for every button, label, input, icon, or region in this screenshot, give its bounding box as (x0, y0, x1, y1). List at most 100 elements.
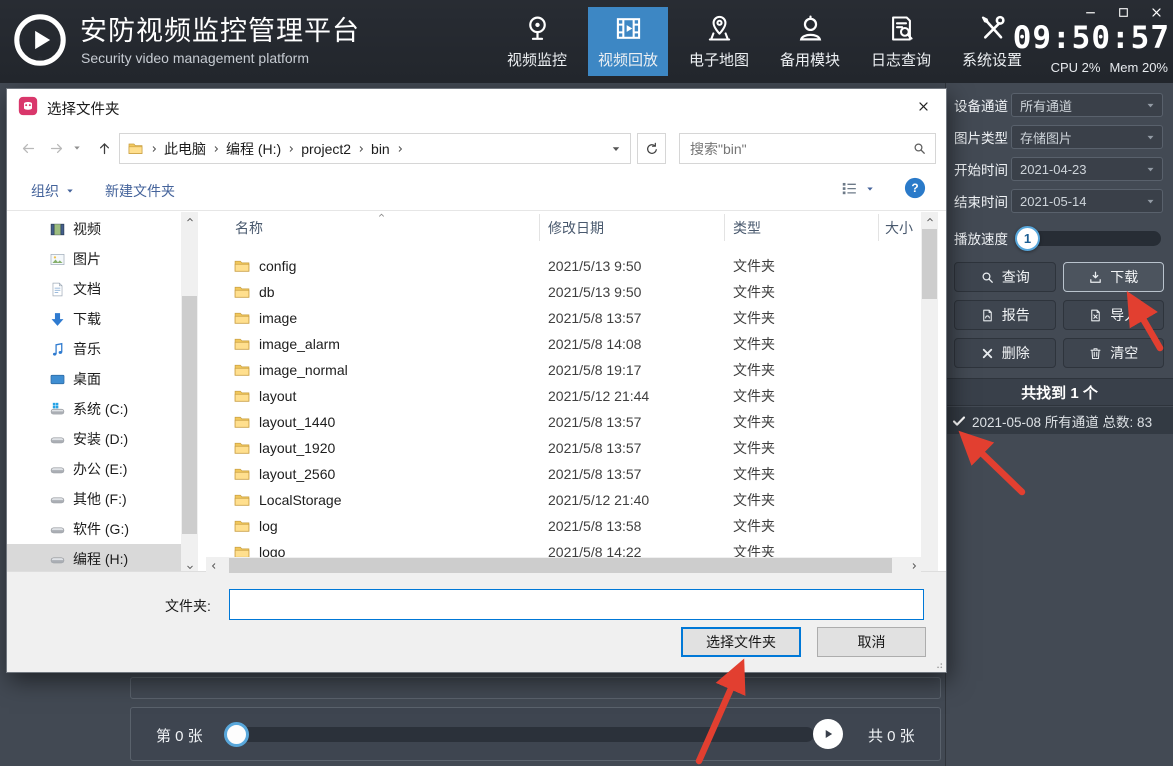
tree-item-desktop[interactable]: 桌面 (7, 364, 181, 394)
tree-item-drive-d[interactable]: 安装 (D:) (7, 424, 181, 454)
frame-slider-handle[interactable] (224, 722, 249, 747)
file-row-image[interactable]: image 2021/5/8 13:57 文件夹 (213, 305, 921, 331)
search-input[interactable] (688, 140, 912, 158)
play-speed-handle[interactable]: 1 (1015, 226, 1040, 251)
tree-item-drive-e[interactable]: 办公 (E:) (7, 454, 181, 484)
column-header-date[interactable]: 修改日期 (540, 214, 725, 241)
forward-button[interactable] (43, 135, 69, 161)
sidebar-button-report[interactable]: 报告 (954, 300, 1056, 330)
tree-item-drive-g[interactable]: 软件 (G:) (7, 514, 181, 544)
frame-slider[interactable] (226, 727, 814, 742)
nav-item-log-query[interactable]: 日志查询 (861, 7, 941, 76)
file-name: layout_2560 (259, 466, 335, 482)
file-type: 文件夹 (725, 516, 879, 536)
file-row-config[interactable]: config 2021/5/13 9:50 文件夹 (213, 253, 921, 279)
column-header-type[interactable]: 类型 (725, 214, 879, 241)
select-folder-button[interactable]: 选择文件夹 (681, 627, 801, 657)
tree-item-label: 安装 (D:) (73, 429, 128, 449)
field-dropdown[interactable]: 存储图片 (1011, 125, 1163, 149)
file-row-db[interactable]: db 2021/5/13 9:50 文件夹 (213, 279, 921, 305)
tree-item-downloads[interactable]: 下载 (7, 304, 181, 334)
sidebar-button-delete[interactable]: 删除 (954, 338, 1056, 368)
play-speed-slider[interactable]: 1 (1017, 231, 1161, 246)
digital-clock: 09:50:57 (1013, 20, 1170, 56)
file-row-layout-1440[interactable]: layout_1440 2021/5/8 13:57 文件夹 (213, 409, 921, 435)
breadcrumb-item-project2[interactable]: project2 (301, 141, 351, 157)
file-row-layout[interactable]: layout 2021/5/12 21:44 文件夹 (213, 383, 921, 409)
chevron-down-icon[interactable] (610, 143, 622, 155)
file-date: 2021/5/8 14:08 (540, 336, 725, 352)
nav-item-video-monitor[interactable]: 视频监控 (497, 7, 577, 76)
result-item[interactable]: 2021-05-08 所有通道 总数: 83 (946, 407, 1173, 434)
breadcrumb-item-此电脑[interactable]: 此电脑 (164, 139, 206, 159)
tree-item-drive-f[interactable]: 其他 (F:) (7, 484, 181, 514)
file-row-image-normal[interactable]: image_normal 2021/5/8 19:17 文件夹 (213, 357, 921, 383)
maximize-button[interactable] (1110, 3, 1136, 21)
file-row-layout-1920[interactable]: layout_1920 2021/5/8 13:57 文件夹 (213, 435, 921, 461)
nav-item-video-playback[interactable]: 视频回放 (588, 7, 668, 76)
scrollbar-thumb[interactable] (229, 558, 892, 573)
folder-name-input[interactable] (229, 589, 924, 620)
column-header-size[interactable]: 大小 (879, 214, 921, 241)
sidebar-button-download[interactable]: 下载 (1063, 262, 1165, 292)
sidebar-button-clear[interactable]: 清空 (1063, 338, 1165, 368)
play-button[interactable] (813, 719, 843, 749)
organize-menu[interactable]: 组织 (31, 181, 75, 201)
hidden-panel-edge (130, 677, 941, 699)
field-dropdown[interactable]: 所有通道 (1011, 93, 1163, 117)
refresh-button[interactable] (637, 133, 666, 164)
tree-scrollbar[interactable] (181, 212, 198, 574)
horizontal-scrollbar[interactable] (206, 557, 921, 574)
search-box (679, 133, 936, 164)
tree-item-video[interactable]: 视频 (7, 214, 181, 244)
new-folder-button[interactable]: 新建文件夹 (105, 181, 175, 201)
file-row-localstorage[interactable]: LocalStorage 2021/5/12 21:40 文件夹 (213, 487, 921, 513)
field-dropdown[interactable]: 2021-05-14 (1011, 189, 1163, 213)
file-row-image-alarm[interactable]: image_alarm 2021/5/8 14:08 文件夹 (213, 331, 921, 357)
tree-item-drive-c[interactable]: 系统 (C:) (7, 394, 181, 424)
file-row-log[interactable]: log 2021/5/8 13:58 文件夹 (213, 513, 921, 539)
file-name: image_normal (259, 362, 348, 378)
field-value: 所有通道 (1020, 96, 1072, 115)
minimize-button[interactable] (1077, 3, 1103, 21)
field-dropdown[interactable]: 2021-04-23 (1011, 157, 1163, 181)
scrollbar-thumb[interactable] (182, 296, 197, 534)
scroll-right-button[interactable] (906, 557, 921, 574)
scroll-up-button[interactable] (181, 212, 198, 227)
resize-grip-icon[interactable] (931, 657, 944, 670)
tree-item-documents[interactable]: 文档 (7, 274, 181, 304)
close-button[interactable] (1143, 3, 1169, 21)
worker-icon (795, 13, 826, 44)
nav-item-backup-module[interactable]: 备用模块 (770, 7, 850, 76)
checked-checkbox-icon[interactable] (951, 413, 967, 429)
document-icon (49, 281, 66, 298)
scroll-left-button[interactable] (206, 557, 221, 574)
breadcrumb-item-编程-h-[interactable]: 编程 (H:) (226, 139, 281, 159)
breadcrumb-separator-icon (356, 144, 366, 154)
nav-item-e-map[interactable]: 电子地图 (679, 7, 759, 76)
view-options-button[interactable] (840, 179, 875, 198)
cancel-button[interactable]: 取消 (817, 627, 926, 657)
file-name: image (259, 310, 297, 326)
column-header-name[interactable]: 名称 (213, 214, 540, 241)
tree-item-drive-h[interactable]: 编程 (H:) (7, 544, 181, 574)
back-button[interactable] (15, 135, 41, 161)
scroll-up-button[interactable] (921, 212, 938, 227)
sidebar-button-query[interactable]: 查询 (954, 262, 1056, 292)
tree-item-pictures[interactable]: 图片 (7, 244, 181, 274)
tree-item-music[interactable]: 音乐 (7, 334, 181, 364)
field-label: 结束时间 (954, 191, 1008, 211)
picture-icon (49, 251, 66, 268)
scrollbar-thumb[interactable] (922, 229, 937, 299)
tree-item-label: 视频 (73, 219, 101, 239)
file-list-scrollbar[interactable] (921, 212, 938, 574)
field-row-image-type: 图片类型 存储图片 (954, 125, 1163, 149)
sidebar-button-import[interactable]: 导入 (1063, 300, 1165, 330)
file-row-layout-2560[interactable]: layout_2560 2021/5/8 13:57 文件夹 (213, 461, 921, 487)
help-button[interactable]: ? (904, 177, 926, 199)
up-button[interactable] (91, 135, 117, 161)
drive-win-icon (49, 401, 66, 418)
recent-locations-button[interactable] (69, 135, 85, 161)
dialog-close-button[interactable] (908, 94, 938, 118)
breadcrumb-item-bin[interactable]: bin (371, 141, 390, 157)
